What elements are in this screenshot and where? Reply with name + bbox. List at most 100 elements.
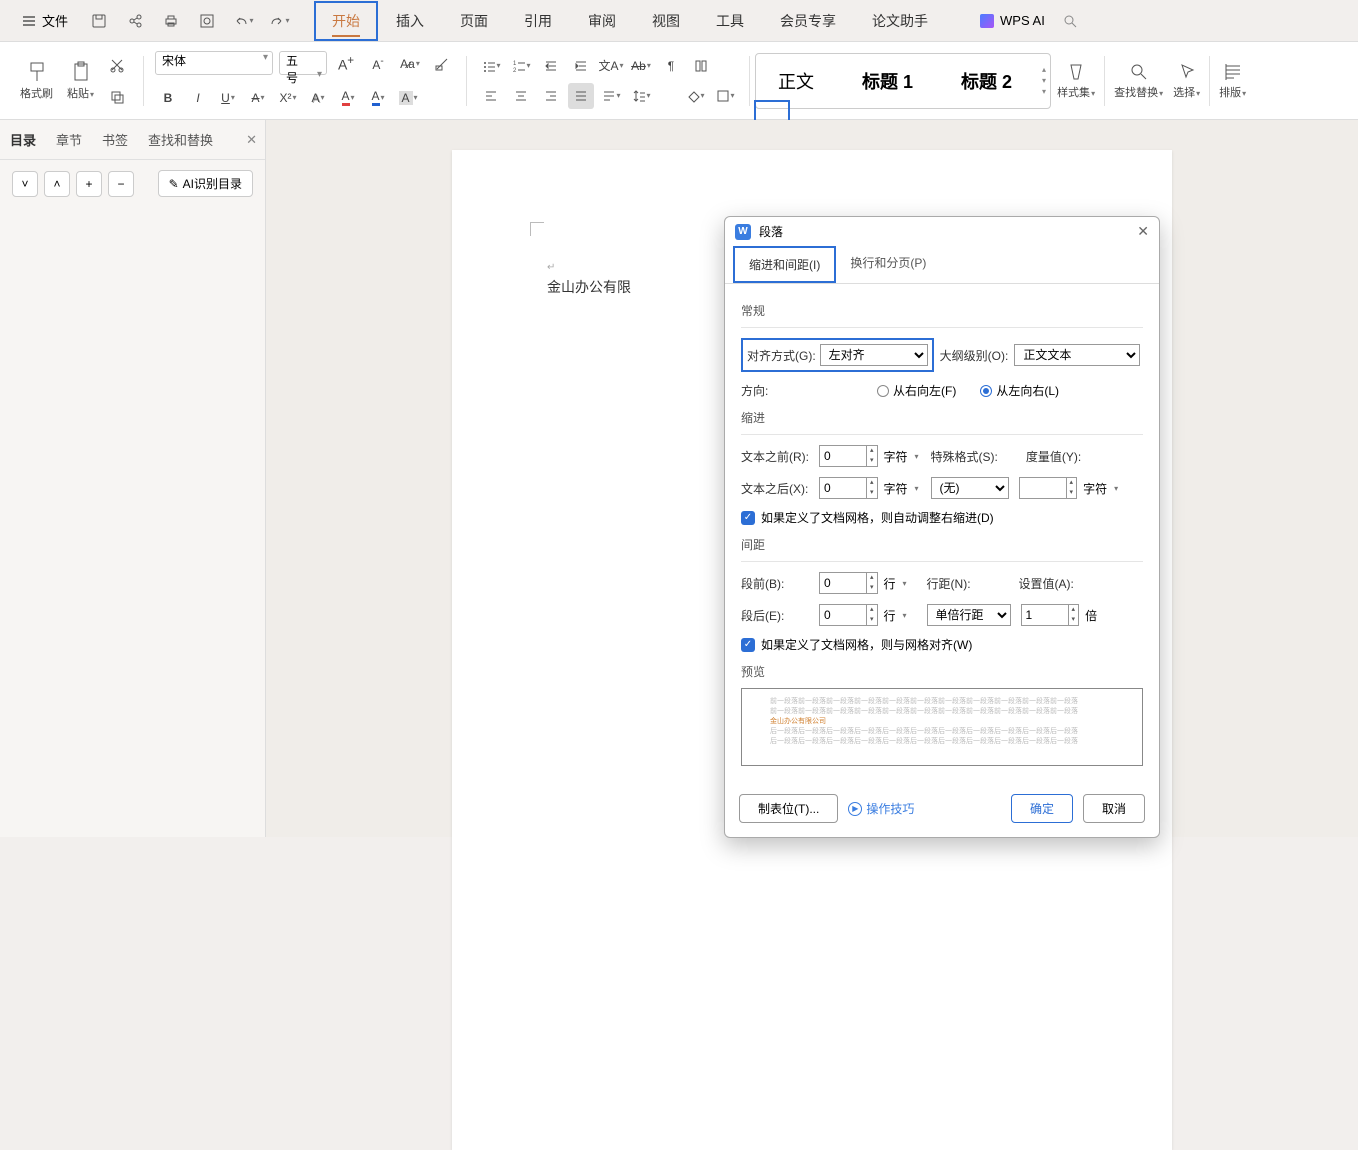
measure-spinner[interactable]: ▴▾	[1019, 477, 1078, 499]
dialog-tab-pagebreak[interactable]: 换行和分页(P)	[836, 246, 940, 283]
char-border-icon[interactable]: Ab▾	[628, 53, 654, 79]
find-replace-button[interactable]: 查找替换▾	[1110, 60, 1167, 102]
tab-view[interactable]: 视图	[634, 1, 698, 41]
strikethrough-icon[interactable]: A▾	[245, 85, 271, 111]
ai-toc-button[interactable]: ✎ AI识别目录	[158, 170, 253, 197]
highlight-color-icon[interactable]: A▾	[335, 85, 361, 111]
undo-icon[interactable]: ▾	[232, 10, 254, 32]
after-text-spinner[interactable]: ▴▾	[819, 477, 878, 499]
remove-icon[interactable]: −	[108, 171, 134, 197]
tab-member[interactable]: 会员专享	[762, 1, 854, 41]
panel-tab-findreplace[interactable]: 查找和替换	[146, 126, 215, 153]
section-spacing-label: 间距	[741, 536, 1143, 553]
font-color-icon[interactable]: A▾	[365, 85, 391, 111]
align-justify-icon[interactable]	[568, 83, 594, 109]
collapse-icon[interactable]: ˅	[12, 171, 38, 197]
style-body[interactable]: 正文	[760, 62, 832, 100]
share-icon[interactable]	[124, 10, 146, 32]
tips-link[interactable]: ▶操作技巧	[848, 800, 914, 817]
wps-ai-button[interactable]: WPS AI	[980, 13, 1045, 28]
panel-tab-chapters[interactable]: 章节	[54, 126, 84, 153]
superscript-icon[interactable]: X²▾	[275, 85, 301, 111]
distribute-icon[interactable]: ▾	[598, 83, 624, 109]
italic-icon[interactable]: I	[185, 85, 211, 111]
align-center-icon[interactable]	[508, 83, 534, 109]
radio-ltr[interactable]: 从左向右(L)	[980, 382, 1059, 399]
tab-insert[interactable]: 插入	[378, 1, 442, 41]
save-icon[interactable]	[88, 10, 110, 32]
style-gallery-scroll[interactable]: ▴▾▾	[1042, 65, 1046, 96]
cut-icon[interactable]	[104, 52, 130, 78]
change-case-icon[interactable]: A̷a▾	[397, 51, 423, 77]
paste-button[interactable]: 粘贴▾	[63, 59, 98, 103]
text-effects-icon[interactable]: A▾	[305, 85, 331, 111]
borders-icon[interactable]: ▾	[712, 83, 738, 109]
after-para-label: 段后(E):	[741, 607, 813, 624]
before-text-spinner[interactable]: ▴▾	[819, 445, 878, 467]
tab-references[interactable]: 引用	[506, 1, 570, 41]
line-spacing-select[interactable]: 单倍行距	[927, 604, 1011, 626]
decrease-indent-icon[interactable]	[538, 53, 564, 79]
tabs-button[interactable]: 制表位(T)...	[739, 794, 838, 823]
dialog-tab-indent[interactable]: 缩进和间距(I)	[733, 246, 836, 283]
font-name-select[interactable]: 宋体	[155, 51, 273, 75]
line-spacing-icon[interactable]: ▾	[628, 83, 654, 109]
expand-icon[interactable]: ˄	[44, 171, 70, 197]
clear-format-icon[interactable]	[429, 51, 455, 77]
set-value-spinner[interactable]: ▴▾	[1021, 604, 1080, 626]
snap-grid-checkbox[interactable]: ✓如果定义了文档网格，则与网格对齐(W)	[741, 636, 972, 653]
tab-review[interactable]: 审阅	[570, 1, 634, 41]
phonetic-icon[interactable]: 文A▾	[598, 53, 624, 79]
after-text-label: 文本之后(X):	[741, 480, 813, 497]
style-gallery[interactable]: 正文 标题 1 标题 2 ▴▾▾	[755, 53, 1051, 109]
ai-wand-icon: ✎	[169, 177, 179, 191]
before-para-spinner[interactable]: ▴▾	[819, 572, 878, 594]
select-button[interactable]: 选择▾	[1169, 60, 1204, 102]
underline-icon[interactable]: U▾	[215, 85, 241, 111]
shading-bg-icon[interactable]: ▾	[682, 83, 708, 109]
font-size-select[interactable]: 五号	[279, 51, 327, 75]
align-left-icon[interactable]	[478, 83, 504, 109]
alignment-select[interactable]: 左对齐	[820, 344, 928, 366]
panel-close-icon[interactable]: ✕	[246, 132, 257, 148]
tab-page[interactable]: 页面	[442, 1, 506, 41]
increase-indent-icon[interactable]	[568, 53, 594, 79]
print-icon[interactable]	[160, 10, 182, 32]
redo-icon[interactable]: ▾	[268, 10, 290, 32]
columns-icon[interactable]	[688, 53, 714, 79]
bold-icon[interactable]: B	[155, 85, 181, 111]
panel-tab-toc[interactable]: 目录	[8, 126, 38, 153]
print-preview-icon[interactable]	[196, 10, 218, 32]
auto-indent-checkbox[interactable]: ✓如果定义了文档网格，则自动调整右缩进(D)	[741, 509, 994, 526]
file-menu[interactable]: 文件	[14, 7, 76, 34]
tab-home[interactable]: 开始	[314, 1, 378, 41]
after-para-spinner[interactable]: ▴▾	[819, 604, 878, 626]
search-icon[interactable]	[1059, 10, 1081, 32]
format-painter-button[interactable]: 格式刷	[16, 59, 57, 103]
layout-button[interactable]: 排版▾	[1215, 60, 1250, 102]
show-marks-icon[interactable]: ¶	[658, 53, 684, 79]
cancel-button[interactable]: 取消	[1083, 794, 1145, 823]
ok-button[interactable]: 确定	[1011, 794, 1073, 823]
style-set-button[interactable]: 样式集▾	[1053, 60, 1099, 102]
align-right-icon[interactable]	[538, 83, 564, 109]
outline-select[interactable]: 正文文本	[1014, 344, 1140, 366]
style-h1[interactable]: 标题 1	[844, 62, 931, 100]
shading-icon[interactable]: A▾	[395, 85, 421, 111]
panel-tab-bookmarks[interactable]: 书签	[100, 126, 130, 153]
close-icon[interactable]: ✕	[1137, 223, 1149, 240]
radio-rtl[interactable]: 从右向左(F)	[877, 382, 956, 399]
format-painter-icon	[27, 61, 47, 83]
increase-font-icon[interactable]: A+	[333, 51, 359, 77]
copy-icon[interactable]	[104, 84, 130, 110]
bullet-list-icon[interactable]: ▾	[478, 53, 504, 79]
format-painter-label: 格式刷	[20, 85, 53, 101]
style-h2[interactable]: 标题 2	[943, 62, 1030, 100]
add-icon[interactable]: +	[76, 171, 102, 197]
tab-tools[interactable]: 工具	[698, 1, 762, 41]
special-select[interactable]: (无)	[931, 477, 1009, 499]
decrease-font-icon[interactable]: A-	[365, 51, 391, 77]
number-list-icon[interactable]: 12▾	[508, 53, 534, 79]
tab-thesis[interactable]: 论文助手	[854, 1, 946, 41]
paste-icon	[71, 61, 91, 83]
